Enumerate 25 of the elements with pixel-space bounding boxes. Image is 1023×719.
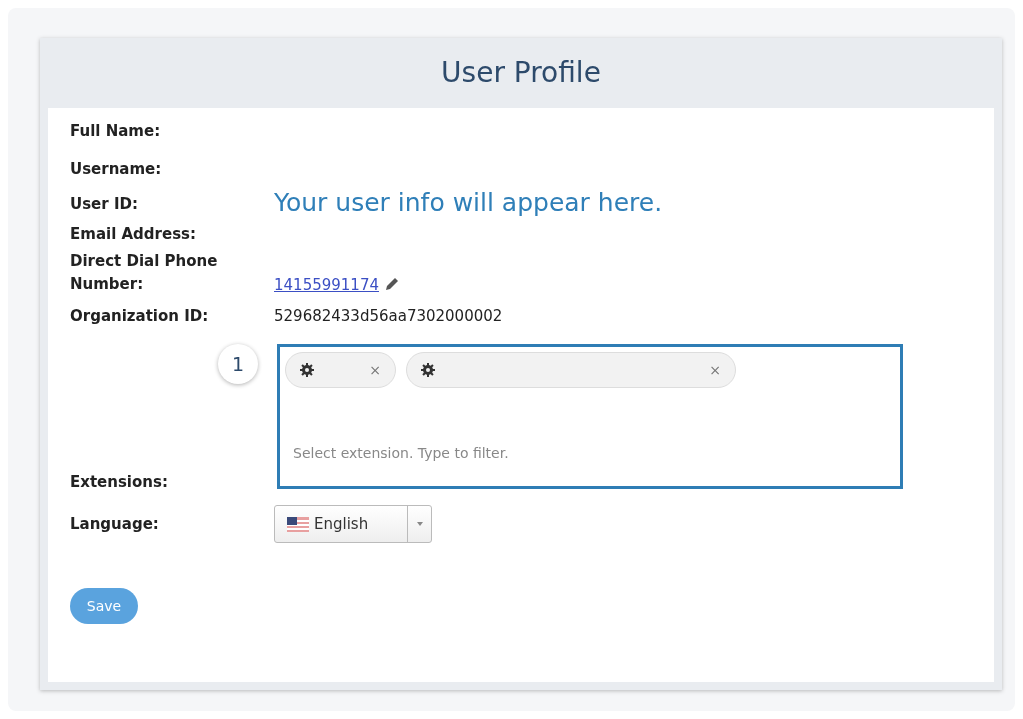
extension-chip[interactable]: × — [285, 352, 396, 388]
card-title: User Profile — [441, 55, 601, 91]
remove-button[interactable]: × — [709, 359, 721, 381]
field-label: User ID: — [70, 193, 139, 215]
field-label: Email Address: — [70, 223, 197, 245]
field-label: Username: — [70, 158, 163, 180]
field-label: Extensions: — [70, 472, 169, 493]
remove-button[interactable]: × — [369, 359, 381, 381]
flag-icon — [287, 516, 309, 532]
field-label: Organization ID: — [70, 305, 210, 327]
field-label: Full Name: — [70, 120, 162, 142]
settings-icon — [421, 363, 435, 377]
field-label: Direct Dial Phone Number: — [70, 251, 219, 295]
info-note: Your user info will appear here. — [274, 187, 663, 219]
field-value: 529682433d56aa7302000002 — [274, 305, 503, 327]
step-badge: 1 — [218, 344, 258, 384]
language-dropdown[interactable]: English — [274, 505, 432, 543]
settings-icon — [300, 363, 314, 377]
save-button[interactable]: Save — [70, 588, 138, 624]
field-label: Language: — [70, 513, 160, 535]
pencil-icon[interactable] — [385, 277, 399, 291]
extension-select-field[interactable]: × × Select extension. Type to filter. — [277, 344, 903, 489]
extension-chip[interactable]: × — [406, 352, 736, 388]
caret-icon — [416, 522, 423, 526]
phone-link[interactable]: 14155991174 — [274, 273, 379, 296]
